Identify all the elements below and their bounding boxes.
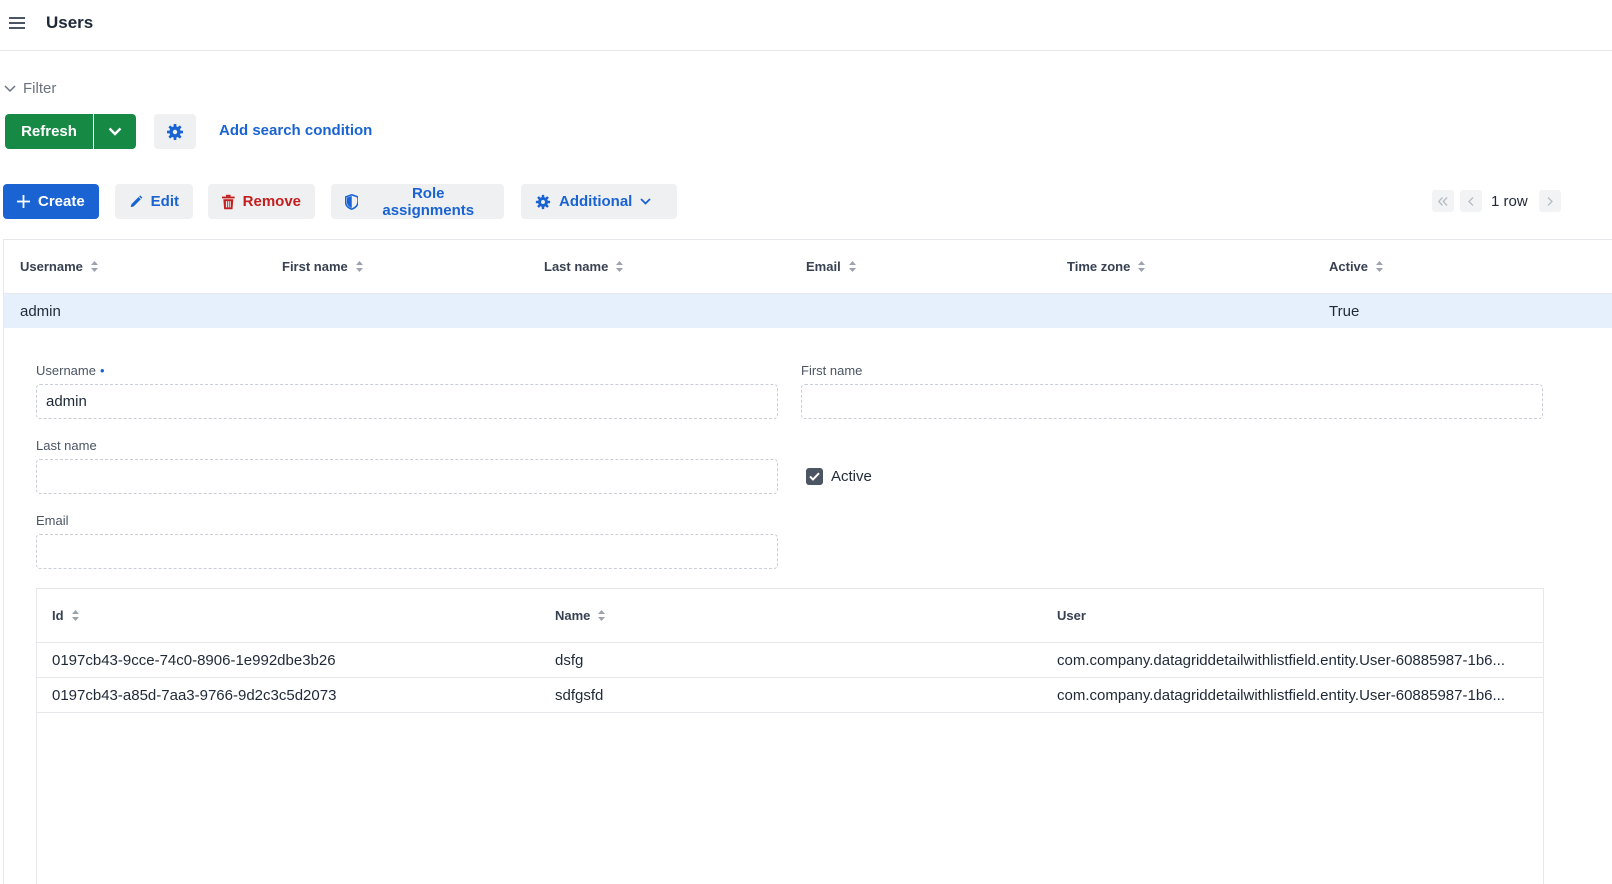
column-header-time-zone[interactable]: Time zone	[1067, 259, 1146, 274]
chevron-down-icon	[640, 198, 651, 205]
top-bar: Users	[0, 0, 1612, 51]
cell-username: admin	[20, 303, 61, 320]
double-chevron-left-icon	[1438, 196, 1448, 206]
email-field-label: Email	[36, 513, 69, 528]
column-header-label: Time zone	[1067, 259, 1131, 274]
hamburger-menu-icon[interactable]	[9, 16, 25, 30]
role-assignments-label: Role assignments	[382, 184, 475, 219]
cell-active: True	[1329, 303, 1360, 320]
column-header-id[interactable]: Id	[52, 608, 79, 623]
sort-icon	[598, 610, 606, 621]
gear-icon	[535, 194, 551, 209]
sort-icon	[616, 261, 624, 272]
column-header-username[interactable]: Username	[20, 259, 98, 274]
column-header-first-name[interactable]: First name	[282, 259, 363, 274]
nested-grid-header: Id Name User	[37, 589, 1543, 643]
column-header-label: Email	[806, 259, 841, 274]
page-title: Users	[46, 13, 94, 32]
first-name-field-label: First name	[801, 363, 863, 378]
nested-list-grid: Id Name User 0197cb43-9cce-74c0-8906-1e9…	[36, 588, 1544, 884]
shield-icon	[345, 193, 359, 210]
column-header-email[interactable]: Email	[806, 259, 856, 274]
checkmark-icon	[809, 472, 820, 481]
email-field[interactable]	[36, 534, 778, 569]
remove-button[interactable]: Remove	[208, 184, 315, 219]
column-header-label: Name	[555, 608, 591, 623]
column-header-label: Last name	[544, 259, 609, 274]
chevron-left-icon	[1468, 196, 1474, 206]
list-item[interactable]: 0197cb43-9cce-74c0-8906-1e992dbe3b26 dsf…	[37, 643, 1543, 678]
list-item[interactable]: 0197cb43-a85d-7aa3-9766-9d2c3c5d2073 sdf…	[37, 678, 1543, 713]
sort-icon	[1138, 261, 1146, 272]
column-header-name[interactable]: Name	[555, 608, 606, 623]
cell-name: sdfgsfd	[555, 687, 604, 704]
column-header-user[interactable]: User	[1057, 608, 1086, 623]
column-header-label: Username	[20, 259, 83, 274]
sort-icon	[90, 261, 98, 272]
add-search-condition-link[interactable]: Add search condition	[219, 122, 372, 139]
chevron-down-icon	[108, 127, 122, 136]
column-header-last-name[interactable]: Last name	[544, 259, 624, 274]
gear-icon	[167, 123, 183, 140]
edit-button[interactable]: Edit	[115, 184, 193, 219]
active-checkbox-label[interactable]: Active	[831, 468, 872, 485]
column-header-label: Id	[52, 608, 64, 623]
cell-user: com.company.datagriddetailwithlistfield.…	[1057, 652, 1506, 669]
first-name-field[interactable]	[801, 384, 1543, 419]
username-field[interactable]	[36, 384, 778, 419]
refresh-dropdown-button[interactable]	[94, 114, 136, 149]
previous-page-button[interactable]	[1460, 190, 1482, 212]
required-indicator: •	[99, 363, 105, 378]
grid-header: Username First name Last name Email Time…	[4, 240, 1612, 294]
row-count[interactable]: 1 row	[1491, 193, 1528, 210]
column-header-label: Active	[1329, 259, 1369, 274]
next-page-button[interactable]	[1539, 190, 1561, 212]
refresh-button[interactable]: Refresh	[5, 114, 93, 149]
cell-name: dsfg	[555, 652, 584, 669]
table-row[interactable]: admin True	[4, 294, 1612, 328]
column-header-label: First name	[282, 259, 348, 274]
filter-label: Filter	[23, 80, 57, 97]
column-header-label: User	[1057, 608, 1086, 623]
additional-dropdown-button[interactable]: Additional	[521, 184, 677, 219]
role-assignments-button[interactable]: Role assignments	[331, 184, 504, 219]
filter-settings-button[interactable]	[154, 114, 196, 149]
last-name-field[interactable]	[36, 459, 778, 494]
plus-icon	[17, 195, 30, 208]
username-field-label: Username •	[36, 363, 105, 378]
chevron-down-icon	[4, 84, 16, 92]
active-checkbox[interactable]	[806, 468, 823, 485]
sort-icon	[71, 610, 79, 621]
first-page-button[interactable]	[1432, 190, 1454, 212]
additional-label: Additional	[559, 193, 633, 210]
trash-icon	[222, 194, 235, 209]
refresh-button-group: Refresh	[5, 114, 136, 149]
filter-toggle[interactable]: Filter	[4, 80, 56, 97]
cell-id: 0197cb43-9cce-74c0-8906-1e992dbe3b26	[52, 652, 336, 669]
cell-id: 0197cb43-a85d-7aa3-9766-9d2c3c5d2073	[52, 687, 337, 704]
username-label-text: Username	[36, 363, 96, 378]
create-button[interactable]: Create	[3, 184, 99, 219]
sort-icon	[355, 261, 363, 272]
sort-icon	[1376, 261, 1384, 272]
column-header-active[interactable]: Active	[1329, 259, 1384, 274]
users-data-grid: Username First name Last name Email Time…	[3, 239, 1612, 884]
pencil-icon	[130, 194, 143, 207]
sort-icon	[848, 261, 856, 272]
chevron-right-icon	[1547, 196, 1553, 206]
edit-label: Edit	[150, 193, 179, 210]
create-label: Create	[38, 193, 85, 210]
remove-label: Remove	[242, 193, 301, 210]
cell-user: com.company.datagriddetailwithlistfield.…	[1057, 687, 1506, 704]
last-name-field-label: Last name	[36, 438, 97, 453]
